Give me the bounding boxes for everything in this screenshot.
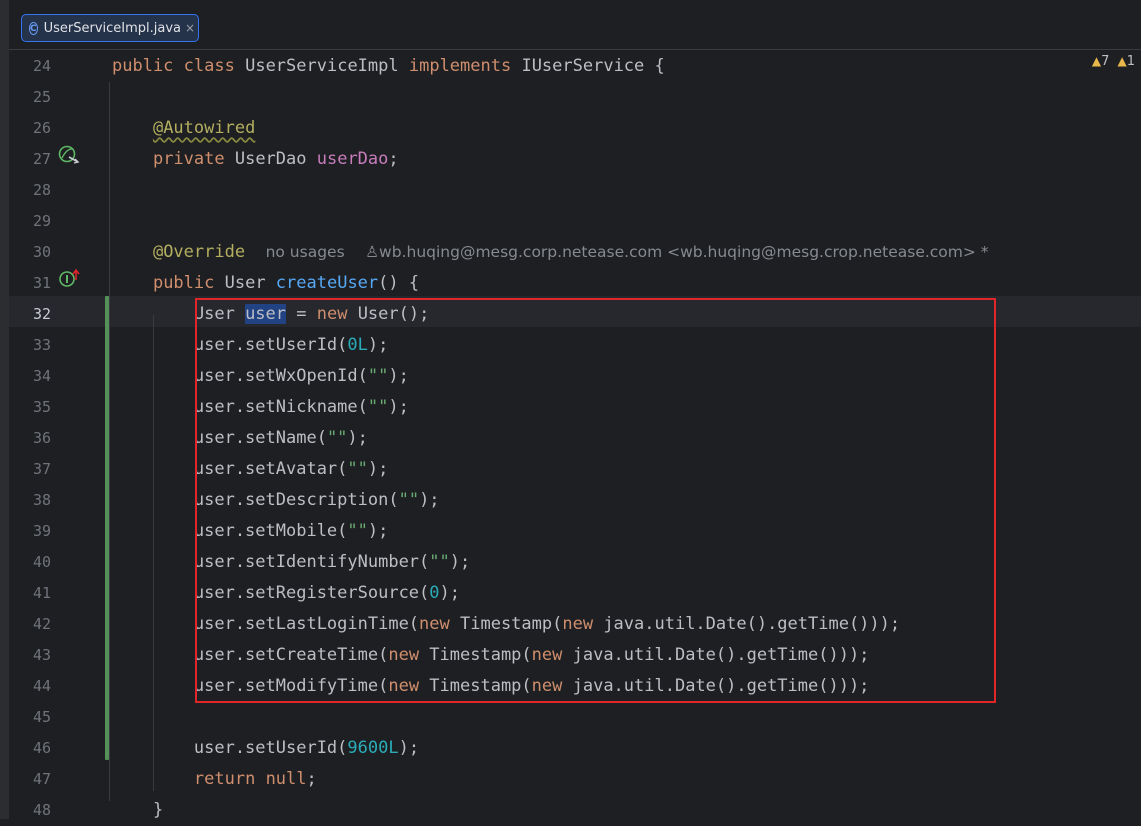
- line-number-label: 47: [32, 770, 51, 788]
- line-number-label: 44: [32, 677, 51, 695]
- code-line[interactable]: user.setUserId(9600L);: [112, 733, 419, 764]
- code-line[interactable]: user.setAvatar("");: [112, 454, 389, 485]
- code-line[interactable]: user.setNickname("");: [112, 392, 409, 423]
- usages-hint[interactable]: no usages: [266, 243, 345, 261]
- line-number[interactable]: 24: [9, 51, 104, 82]
- line-number-label: 28: [32, 181, 51, 199]
- code-line[interactable]: user.setModifyTime(new Timestamp(new jav…: [112, 671, 870, 702]
- line-number-label: 30: [32, 243, 51, 261]
- line-number-label: 29: [32, 212, 51, 230]
- code-line[interactable]: @Autowired: [112, 113, 255, 144]
- weak-warning-count: 1: [1126, 54, 1135, 69]
- warning-count: 7: [1101, 54, 1110, 69]
- line-number[interactable]: 28: [9, 175, 104, 206]
- line-number-label: 34: [32, 367, 51, 385]
- code-line[interactable]: public class UserServiceImpl implements …: [112, 51, 665, 82]
- warning-icon: ▲: [1091, 54, 1102, 68]
- line-number[interactable]: 37: [9, 454, 104, 485]
- line-number[interactable]: 32: [9, 299, 104, 330]
- tool-window-strip: [0, 0, 9, 819]
- line-number-label: 43: [32, 646, 51, 664]
- tab-userserviceimpl[interactable]: C UserServiceImpl.java ×: [21, 14, 199, 42]
- line-number-label: 24: [32, 57, 51, 75]
- implements-method-icon[interactable]: [58, 268, 82, 290]
- close-icon[interactable]: ×: [185, 21, 195, 35]
- line-number[interactable]: 25: [9, 82, 104, 113]
- indent-guide: [109, 82, 110, 801]
- line-number-label: 33: [32, 336, 51, 354]
- line-number[interactable]: 45: [9, 702, 104, 733]
- line-number-label: 42: [32, 615, 51, 633]
- person-icon: ♙: [365, 243, 380, 261]
- code-line[interactable]: user.setWxOpenId("");: [112, 361, 409, 392]
- line-number[interactable]: 34: [9, 361, 104, 392]
- line-number[interactable]: 40: [9, 547, 104, 578]
- line-number-label: 38: [32, 491, 51, 509]
- line-number[interactable]: 35: [9, 392, 104, 423]
- line-number[interactable]: 31: [9, 268, 104, 299]
- inspection-widget[interactable]: ▲7 ▲1: [1092, 54, 1135, 69]
- line-number[interactable]: 27: [9, 144, 104, 175]
- code-line[interactable]: user.setIdentifyNumber("");: [112, 547, 470, 578]
- line-number[interactable]: 48: [9, 795, 104, 826]
- line-number[interactable]: 46: [9, 733, 104, 764]
- line-number[interactable]: 26: [9, 113, 104, 144]
- line-number[interactable]: 36: [9, 423, 104, 454]
- line-number[interactable]: 41: [9, 578, 104, 609]
- line-number-label: 41: [32, 584, 51, 602]
- code-line[interactable]: @Override no usages ♙wb.huqing@mesg.corp…: [112, 237, 989, 268]
- line-number-label: 32: [32, 305, 51, 323]
- line-number[interactable]: 38: [9, 485, 104, 516]
- code-editor[interactable]: ▲7 ▲1 24 25 26 27 28 29 30 31 32 33 34 35 36 37 38 39 40…: [9, 50, 1141, 820]
- author-hint[interactable]: ♙wb.huqing@mesg.corp.netease.com <wb.huq…: [365, 243, 988, 261]
- line-number-label: 46: [32, 739, 51, 757]
- line-number[interactable]: 42: [9, 609, 104, 640]
- line-number-label: 35: [32, 398, 51, 416]
- code-line[interactable]: user.setCreateTime(new Timestamp(new jav…: [112, 640, 870, 671]
- line-number[interactable]: 43: [9, 640, 104, 671]
- tab-label: UserServiceImpl.java: [43, 20, 182, 36]
- line-number-label: 39: [32, 522, 51, 540]
- code-line[interactable]: user.setName("");: [112, 423, 368, 454]
- line-number-label: 45: [32, 708, 51, 726]
- code-line[interactable]: user.setMobile("");: [112, 516, 389, 547]
- line-number-label: 36: [32, 429, 51, 447]
- class-icon: C: [29, 21, 38, 35]
- spring-bean-icon[interactable]: [58, 144, 80, 166]
- code-line[interactable]: public User createUser() {: [112, 268, 419, 299]
- line-number-label: 40: [32, 553, 51, 571]
- weak-warning-icon: ▲: [1117, 54, 1127, 68]
- line-number-label: 26: [32, 119, 51, 137]
- code-line[interactable]: user.setDescription("");: [112, 485, 440, 516]
- code-line[interactable]: }: [112, 795, 163, 826]
- line-number-label: 48: [32, 801, 51, 819]
- vcs-modified-marker[interactable]: [105, 296, 109, 760]
- line-number[interactable]: 39: [9, 516, 104, 547]
- line-number[interactable]: 30: [9, 237, 104, 268]
- line-number-label: 25: [32, 88, 51, 106]
- line-number-label: 31: [32, 274, 51, 292]
- line-number-label: 37: [32, 460, 51, 478]
- code-line[interactable]: user.setUserId(0L);: [112, 330, 389, 361]
- line-number[interactable]: 29: [9, 206, 104, 237]
- line-number-label: 27: [32, 150, 51, 168]
- line-number[interactable]: 33: [9, 330, 104, 361]
- code-line[interactable]: return null;: [112, 764, 317, 795]
- line-number[interactable]: 44: [9, 671, 104, 702]
- code-line[interactable]: User user = new User();: [112, 299, 429, 330]
- code-line[interactable]: user.setLastLoginTime(new Timestamp(new …: [112, 609, 900, 640]
- code-line[interactable]: user.setRegisterSource(0);: [112, 578, 460, 609]
- editor-tab-bar: C UserServiceImpl.java ×: [9, 0, 1141, 50]
- line-number[interactable]: 47: [9, 764, 104, 795]
- code-line[interactable]: private UserDao userDao;: [112, 144, 399, 175]
